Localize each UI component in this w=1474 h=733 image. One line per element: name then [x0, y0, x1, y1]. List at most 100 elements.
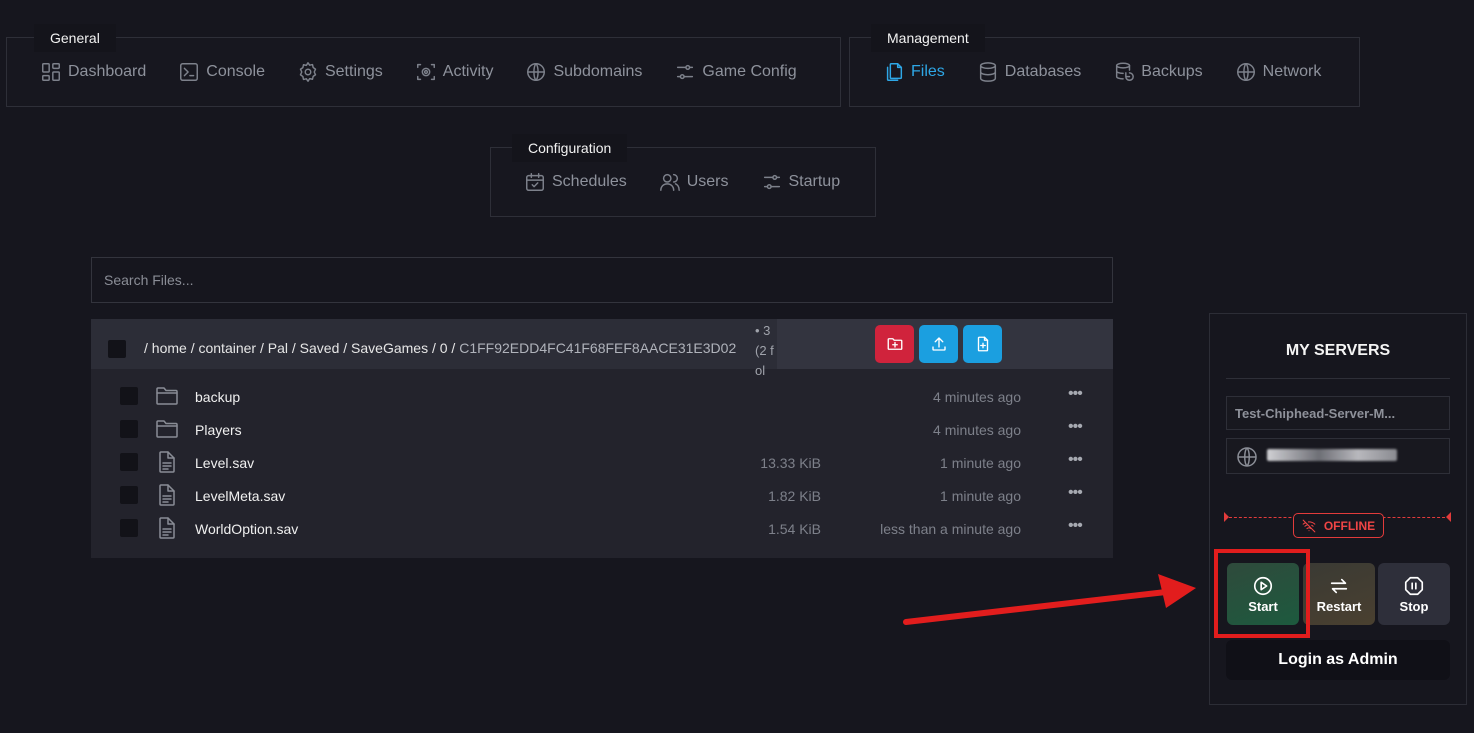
nav-dashboard[interactable]: Dashboard	[40, 61, 146, 83]
file-browser: / home / container / Pal / Saved / SaveG…	[91, 319, 1113, 558]
new-folder-button[interactable]	[875, 325, 914, 363]
row-menu-button[interactable]: •••	[1068, 451, 1083, 469]
file-plus-icon	[977, 336, 988, 352]
general-nav-group: General Dashboard Console Settings Activ…	[6, 24, 841, 107]
sliders-icon	[763, 174, 780, 190]
status-badge: OFFLINE	[1293, 513, 1384, 538]
breadcrumb-segment[interactable]: 0	[440, 340, 448, 356]
breadcrumb-segment[interactable]: Saved	[300, 340, 340, 356]
select-all-checkbox[interactable]	[108, 340, 126, 358]
nav-files-label: Files	[911, 63, 945, 80]
row-menu-button[interactable]: •••	[1068, 517, 1083, 535]
nav-schedules[interactable]: Schedules	[524, 171, 627, 193]
stop-label: Stop	[1399, 598, 1429, 614]
file-browser-header: / home / container / Pal / Saved / SaveG…	[91, 319, 1113, 378]
search-files-input[interactable]	[92, 258, 1112, 302]
globe-icon	[1237, 447, 1257, 467]
file-modified: 1 minute ago	[940, 455, 1021, 471]
file-row[interactable]: WorldOption.sav 1.54 KiB less than a min…	[91, 512, 1113, 545]
new-file-button[interactable]	[963, 325, 1002, 363]
nav-startup[interactable]: Startup	[761, 171, 841, 193]
server-select[interactable]: Test-Chiphead-Server-M...	[1226, 396, 1450, 430]
row-checkbox[interactable]	[120, 387, 138, 405]
annotation-arrow	[903, 574, 1196, 625]
file-row[interactable]: Level.sav 13.33 KiB 1 minute ago •••	[91, 446, 1113, 479]
upload-button[interactable]	[919, 325, 958, 363]
row-menu-button[interactable]: •••	[1068, 385, 1083, 403]
activity-icon	[416, 63, 435, 81]
status-divider-right-cap	[1446, 512, 1451, 522]
nav-databases[interactable]: Databases	[977, 61, 1082, 83]
nav-schedules-label: Schedules	[552, 173, 627, 190]
breadcrumb-segment[interactable]: home	[152, 340, 187, 356]
nav-console-label: Console	[206, 63, 265, 80]
row-checkbox[interactable]	[120, 420, 138, 438]
nav-databases-label: Databases	[1004, 63, 1082, 80]
general-group-title: General	[34, 24, 116, 52]
row-checkbox[interactable]	[120, 519, 138, 537]
file-name[interactable]: Players	[195, 422, 242, 438]
row-menu-button[interactable]: •••	[1068, 484, 1083, 502]
folder-icon	[155, 385, 179, 412]
folder-icon	[155, 418, 179, 445]
file-name[interactable]: WorldOption.sav	[195, 521, 298, 537]
file-name[interactable]: backup	[195, 389, 240, 405]
management-group-title: Management	[871, 24, 985, 52]
breadcrumb: / home / container / Pal / Saved / SaveG…	[144, 340, 737, 356]
nav-settings[interactable]: Settings	[297, 61, 383, 83]
globe-icon	[527, 63, 546, 81]
management-nav-group: Management Files Databases Backups Netwo…	[849, 24, 1360, 107]
search-files-box	[91, 257, 1113, 303]
file-modified: 4 minutes ago	[933, 389, 1021, 405]
login-as-admin-button[interactable]: Login as Admin	[1226, 640, 1450, 680]
nav-game-config-label: Game Config	[702, 63, 797, 80]
breadcrumb-segment[interactable]: container	[198, 340, 256, 356]
server-address[interactable]	[1226, 438, 1450, 474]
nav-console[interactable]: Console	[178, 61, 265, 83]
file-icon	[155, 517, 179, 544]
file-row[interactable]: backup 4 minutes ago •••	[91, 380, 1113, 413]
status-divider-left-cap	[1224, 512, 1229, 522]
stop-button[interactable]: Stop	[1378, 563, 1450, 625]
folder-plus-icon	[887, 338, 902, 350]
nav-subdomains[interactable]: Subdomains	[525, 61, 642, 83]
panel-title: MY SERVERS	[1285, 342, 1391, 359]
console-icon	[180, 63, 199, 81]
nav-backups[interactable]: Backups	[1113, 61, 1203, 83]
database-icon	[979, 62, 996, 82]
nav-game-config[interactable]: Game Config	[674, 61, 797, 83]
nav-backups-label: Backups	[1141, 63, 1203, 80]
nav-users[interactable]: Users	[659, 171, 729, 193]
row-menu-button[interactable]: •••	[1068, 418, 1083, 436]
gear-icon	[299, 62, 317, 82]
file-name[interactable]: LevelMeta.sav	[195, 488, 285, 504]
file-size: 1.82 KiB	[768, 488, 821, 504]
file-icon	[155, 484, 179, 511]
start-label: Start	[1248, 598, 1278, 614]
configuration-nav-group: Configuration Schedules Users Startup	[490, 134, 876, 217]
file-row[interactable]: Players 4 minutes ago •••	[91, 413, 1113, 446]
play-icon	[1253, 576, 1273, 595]
nav-files[interactable]: Files	[883, 61, 945, 83]
upload-icon	[931, 337, 946, 351]
breadcrumb-segment[interactable]: SaveGames	[351, 340, 428, 356]
start-button[interactable]: Start	[1227, 563, 1299, 625]
nav-activity-label: Activity	[442, 63, 494, 80]
breadcrumb-segment[interactable]: Pal	[268, 340, 288, 356]
row-checkbox[interactable]	[120, 453, 138, 471]
file-modified: 4 minutes ago	[933, 422, 1021, 438]
nav-network[interactable]: Network	[1235, 61, 1321, 83]
breadcrumb-current: C1FF92EDD4FC41F68FEF8AACE31E3D02	[459, 340, 737, 356]
nav-activity[interactable]: Activity	[415, 61, 494, 83]
users-icon	[659, 173, 680, 191]
restart-label: Restart	[1316, 598, 1362, 614]
file-row[interactable]: LevelMeta.sav 1.82 KiB 1 minute ago •••	[91, 479, 1113, 512]
nav-startup-label: Startup	[788, 173, 841, 190]
redacted-address	[1267, 449, 1397, 461]
divider	[1226, 378, 1450, 379]
file-name[interactable]: Level.sav	[195, 455, 254, 471]
restart-icon	[1330, 578, 1348, 593]
restart-button[interactable]: Restart	[1303, 563, 1375, 625]
row-checkbox[interactable]	[120, 486, 138, 504]
backup-icon	[1116, 62, 1135, 81]
